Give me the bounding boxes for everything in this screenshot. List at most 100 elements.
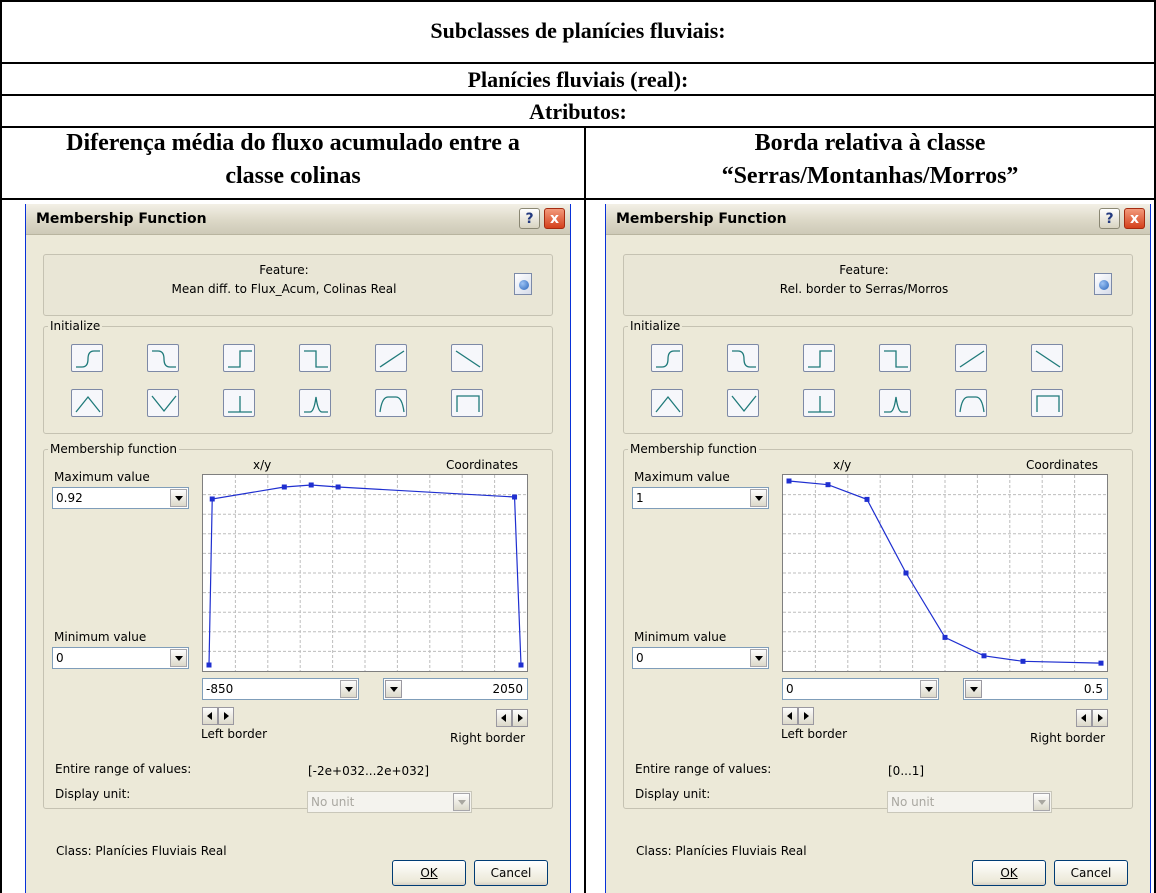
right-border-increase-button[interactable]	[512, 709, 528, 727]
close-button[interactable]: x	[1124, 208, 1145, 229]
linear-up-button[interactable]	[375, 344, 407, 372]
chevron-down-icon[interactable]	[170, 489, 187, 507]
approx-gaussian-button[interactable]	[299, 389, 331, 417]
membership-curve-point[interactable]	[206, 662, 212, 668]
right-border-combo[interactable]: 2050	[383, 678, 528, 700]
membership-curve-point[interactable]	[308, 482, 314, 488]
right-border-increase-button[interactable]	[1092, 709, 1108, 727]
left-border-increase-button[interactable]	[798, 707, 814, 725]
membership-curve-point[interactable]	[981, 653, 987, 659]
membership-plot[interactable]	[202, 474, 528, 672]
feature-name: Rel. border to Serras/Morros	[779, 282, 949, 296]
minimum-value-combo[interactable]: 0	[52, 647, 189, 669]
triangle-button[interactable]	[651, 389, 683, 417]
edit-feature-icon[interactable]	[514, 273, 532, 295]
left-border-combo[interactable]: -850	[202, 678, 359, 700]
cancel-button[interactable]: Cancel	[1054, 860, 1128, 886]
edit-feature-icon[interactable]	[1094, 273, 1112, 295]
chevron-down-icon[interactable]	[750, 649, 767, 667]
chevron-down-icon[interactable]	[965, 680, 982, 698]
dialog-titlebar[interactable]: Membership Function ? x	[606, 204, 1150, 235]
left-border-decrease-button[interactable]	[202, 707, 218, 725]
class-label: Class: Planícies Fluviais Real	[56, 844, 227, 858]
linear-down-button[interactable]	[1031, 344, 1063, 372]
smaller-step-button[interactable]	[879, 344, 911, 372]
linear-down-button[interactable]	[451, 344, 483, 372]
larger-s-icon	[656, 350, 680, 368]
membership-curve-point[interactable]	[825, 482, 831, 488]
chevron-down-icon[interactable]	[385, 680, 402, 698]
left-border-combo[interactable]: 0	[782, 678, 939, 700]
membership-curve-point[interactable]	[512, 494, 518, 500]
display-unit-combo[interactable]: No unit	[887, 791, 1052, 813]
minimum-value-combo[interactable]: 0	[632, 647, 769, 669]
cancel-label: Cancel	[490, 866, 532, 880]
about-range-button[interactable]	[375, 389, 407, 417]
membership-curve-point[interactable]	[942, 634, 948, 640]
minimum-value: 0	[636, 651, 644, 665]
larger-step-button[interactable]	[223, 344, 255, 372]
smaller-step-button[interactable]	[299, 344, 331, 372]
right-border-decrease-button[interactable]	[1076, 709, 1092, 727]
membership-curve-point[interactable]	[1098, 660, 1104, 666]
linear-up-icon	[379, 350, 405, 368]
xy-label: x/y	[253, 458, 272, 472]
full-range-icon	[1036, 395, 1060, 412]
table-divider-3	[0, 126, 1156, 128]
ok-button[interactable]: OK	[392, 860, 466, 886]
maximum-value-combo[interactable]: 1	[632, 487, 769, 509]
help-button[interactable]: ?	[519, 208, 540, 229]
inverted-triangle-button[interactable]	[727, 389, 759, 417]
minimum-value-label: Minimum value	[634, 630, 727, 644]
chevron-down-icon[interactable]	[1033, 793, 1050, 811]
left-border-increase-button[interactable]	[218, 707, 234, 725]
display-unit-combo[interactable]: No unit	[307, 791, 472, 813]
larger-step-button[interactable]	[803, 344, 835, 372]
approx-gaussian-button[interactable]	[879, 389, 911, 417]
linear-up-button[interactable]	[955, 344, 987, 372]
singleton-button[interactable]	[803, 389, 835, 417]
membership-curve-point[interactable]	[1020, 658, 1026, 664]
ok-button[interactable]: OK	[972, 860, 1046, 886]
table-border-top	[0, 0, 1156, 2]
membership-curve-point[interactable]	[335, 484, 341, 490]
about-range-button[interactable]	[955, 389, 987, 417]
full-range-button[interactable]	[451, 389, 483, 417]
triangle-button[interactable]	[71, 389, 103, 417]
smaller-s-button[interactable]	[727, 344, 759, 372]
left-border-decrease-button[interactable]	[782, 707, 798, 725]
chevron-down-icon[interactable]	[453, 793, 470, 811]
right-border-combo[interactable]: 0.5	[963, 678, 1108, 700]
help-icon: ?	[1105, 210, 1114, 227]
help-button[interactable]: ?	[1099, 208, 1120, 229]
approx-gaussian-icon	[884, 396, 908, 413]
singleton-button[interactable]	[223, 389, 255, 417]
larger-s-button[interactable]	[71, 344, 103, 372]
maximum-value-combo[interactable]: 0.92	[52, 487, 189, 509]
chevron-down-icon[interactable]	[170, 649, 187, 667]
membership-plot[interactable]	[782, 474, 1108, 672]
dialog-titlebar[interactable]: Membership Function ? x	[26, 204, 570, 235]
chevron-down-icon[interactable]	[750, 489, 767, 507]
inverted-triangle-button[interactable]	[147, 389, 179, 417]
close-button[interactable]: x	[544, 208, 565, 229]
right-border-decrease-button[interactable]	[496, 709, 512, 727]
chevron-down-icon[interactable]	[340, 680, 357, 698]
left-border-value: -850	[206, 682, 234, 696]
larger-s-button[interactable]	[651, 344, 683, 372]
right-column-title-line2: “Serras/Montanhas/Morros”	[721, 163, 1019, 189]
membership-curve-point[interactable]	[518, 662, 524, 668]
smaller-s-button[interactable]	[147, 344, 179, 372]
cancel-button[interactable]: Cancel	[474, 860, 548, 886]
membership-curve-point[interactable]	[209, 496, 215, 502]
approx-gaussian-icon	[304, 396, 328, 413]
about-range-icon	[959, 396, 985, 413]
membership-curve-point[interactable]	[903, 570, 909, 576]
full-range-button[interactable]	[1031, 389, 1063, 417]
chevron-down-icon[interactable]	[920, 680, 937, 698]
membership-curve-point[interactable]	[786, 478, 792, 484]
membership-curve-point[interactable]	[281, 484, 287, 490]
triangle-icon	[655, 395, 681, 413]
membership-curve-point[interactable]	[864, 496, 870, 502]
right-column-title-line1: Borda relativa à classe	[754, 130, 986, 156]
